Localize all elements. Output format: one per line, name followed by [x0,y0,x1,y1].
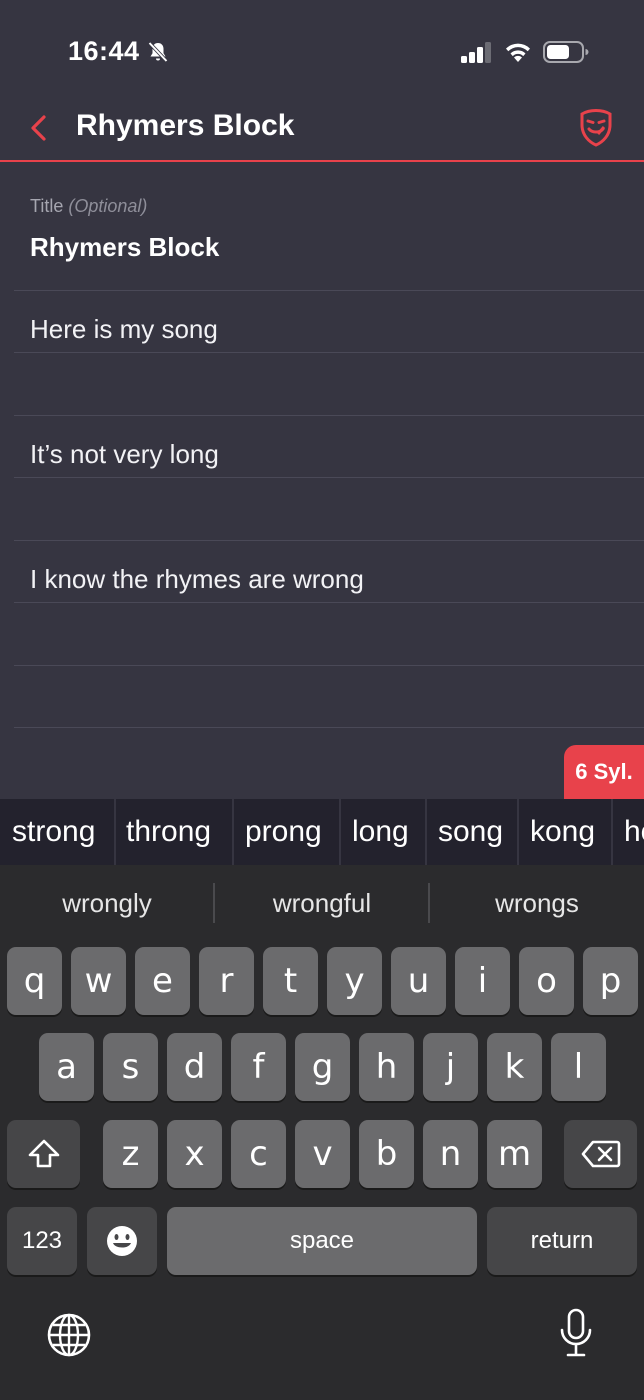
key-q[interactable]: q [7,947,62,1015]
backspace-icon [581,1140,620,1168]
key-z[interactable]: z [103,1120,158,1188]
rhyme-word[interactable]: kong [530,799,595,865]
divider [114,799,116,865]
key-t[interactable]: t [263,947,318,1015]
key-m[interactable]: m [487,1120,542,1188]
divider [14,727,644,728]
rhyme-word[interactable]: prong [245,799,322,865]
divider [611,799,613,865]
predictive-suggestion[interactable]: wrongful [215,865,429,941]
divider [232,799,234,865]
title-label-text: Title [30,196,64,216]
key-e[interactable]: e [135,947,190,1015]
microphone-icon[interactable] [556,1308,596,1360]
divider [14,540,644,541]
title-label: Title (Optional) [30,196,147,217]
emoji-key[interactable] [87,1207,157,1275]
key-k[interactable]: k [487,1033,542,1101]
theater-mask-icon[interactable] [578,108,614,148]
return-key[interactable]: return [487,1207,637,1275]
cellular-signal-icon [461,42,491,63]
key-a[interactable]: a [39,1033,94,1101]
rhyme-word[interactable]: throng [126,799,211,865]
nav-header: Rhymers Block [0,100,644,162]
key-u[interactable]: u [391,947,446,1015]
emoji-icon [107,1226,137,1256]
rhyme-word[interactable]: long [352,799,409,865]
predictive-suggestion[interactable]: wrongs [430,865,644,941]
lyric-line[interactable]: Here is my song [30,314,218,345]
rhyme-suggestion-bar: strong throng prong long song kong ho [0,799,644,865]
shift-arrow-icon [28,1139,59,1168]
key-x[interactable]: x [167,1120,222,1188]
key-h[interactable]: h [359,1033,414,1101]
divider [14,290,644,291]
predictive-suggestion[interactable]: wrongly [0,865,214,941]
globe-icon[interactable] [46,1312,92,1358]
syllable-count-badge[interactable]: 6 Syl. [564,745,644,799]
battery-icon [543,41,589,63]
key-s[interactable]: s [103,1033,158,1101]
divider [14,415,644,416]
backspace-key[interactable] [564,1120,637,1188]
key-i[interactable]: i [455,947,510,1015]
key-b[interactable]: b [359,1120,414,1188]
lyric-line[interactable]: It’s not very long [30,439,219,470]
title-optional-text: (Optional) [68,196,148,216]
key-n[interactable]: n [423,1120,478,1188]
key-f[interactable]: f [231,1033,286,1101]
divider [517,799,519,865]
divider [14,665,644,666]
wifi-icon [506,43,530,62]
key-o[interactable]: o [519,947,574,1015]
status-bar: 16:44 [0,0,644,100]
key-g[interactable]: g [295,1033,350,1101]
divider [14,602,644,603]
divider [14,477,644,478]
key-l[interactable]: l [551,1033,606,1101]
back-chevron-icon[interactable] [24,108,54,148]
divider [339,799,341,865]
divider [425,799,427,865]
silent-bell-icon [148,41,168,63]
key-w[interactable]: w [71,947,126,1015]
key-v[interactable]: v [295,1120,350,1188]
key-j[interactable]: j [423,1033,478,1101]
title-input[interactable]: Rhymers Block [30,232,219,263]
rhyme-word[interactable]: song [438,799,503,865]
page-title: Rhymers Block [76,109,295,142]
lyric-line[interactable]: I know the rhymes are wrong [30,564,364,595]
status-time: 16:44 [68,36,140,66]
key-d[interactable]: d [167,1033,222,1101]
numbers-key[interactable]: 123 [7,1207,77,1275]
key-p[interactable]: p [583,947,638,1015]
key-c[interactable]: c [231,1120,286,1188]
key-r[interactable]: r [199,947,254,1015]
space-key[interactable]: space [167,1207,477,1275]
divider [14,352,644,353]
key-y[interactable]: y [327,947,382,1015]
rhyme-word[interactable]: strong [12,799,95,865]
rhyme-word[interactable]: ho [624,799,644,865]
shift-key[interactable] [7,1120,80,1188]
